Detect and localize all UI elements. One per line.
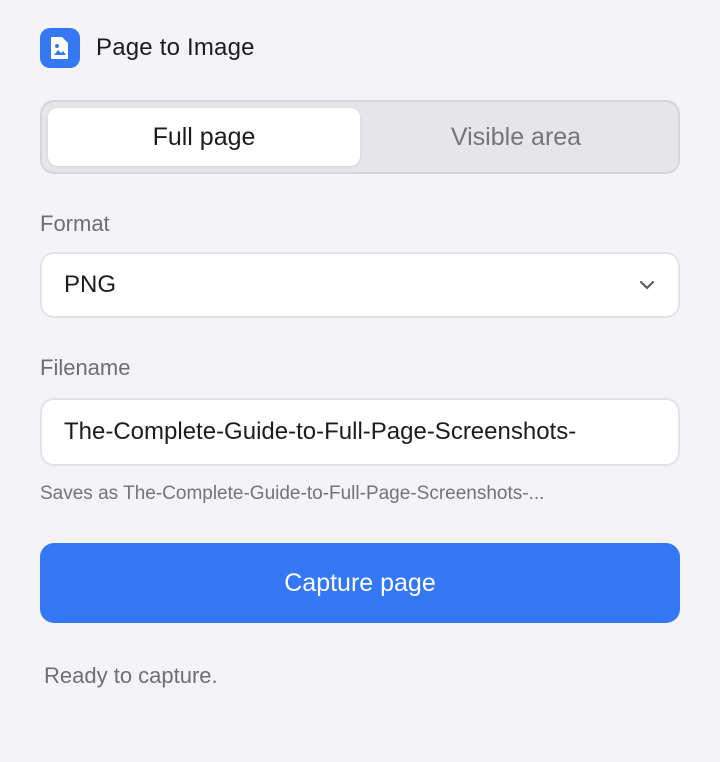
format-selected-value: PNG xyxy=(64,271,117,298)
capture-page-button[interactable]: Capture page xyxy=(40,543,680,623)
status-text: Ready to capture. xyxy=(44,663,218,688)
format-label: Format xyxy=(40,211,110,236)
header: Page to Image xyxy=(40,28,255,68)
capture-mode-segmented-control: Full page Visible area xyxy=(40,100,680,174)
app-title: Page to Image xyxy=(96,34,255,61)
format-select[interactable]: PNG xyxy=(40,252,680,318)
image-file-icon xyxy=(40,28,80,68)
visible-area-option[interactable]: Visible area xyxy=(360,108,672,166)
saves-as-hint: Saves as The-Complete-Guide-to-Full-Page… xyxy=(40,483,545,504)
full-page-option[interactable]: Full page xyxy=(48,108,360,166)
filename-input[interactable] xyxy=(40,398,680,466)
filename-label: Filename xyxy=(40,355,131,380)
page-to-image-panel: Page to Image Full page Visible area For… xyxy=(0,0,720,762)
chevron-down-icon xyxy=(638,276,656,294)
